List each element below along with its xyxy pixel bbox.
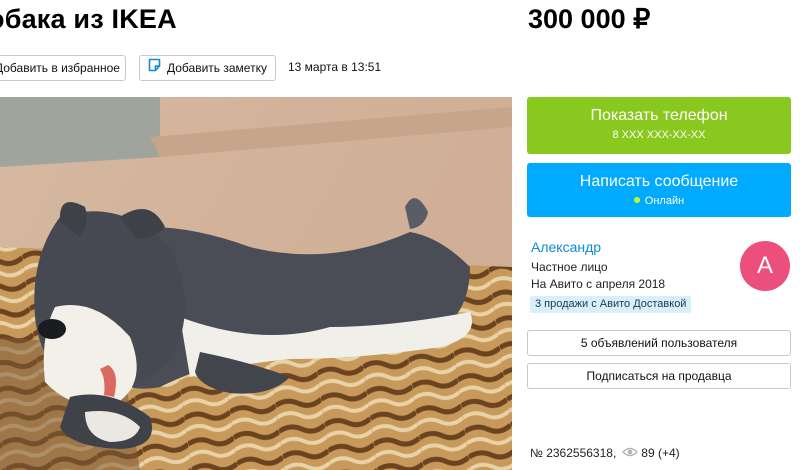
online-dot-icon — [633, 197, 640, 203]
add-note-label: Добавить заметку — [167, 61, 267, 75]
delivery-sales-badge: 3 продажи с Авито Доставкой — [530, 296, 692, 313]
user-ads-button[interactable]: 5 объявлений пользователя — [527, 330, 791, 356]
views-eye-icon — [622, 446, 639, 460]
listing-meta: № 2362556318, 89 (+4) — [530, 446, 680, 461]
listing-title: обака из IKEA — [0, 4, 177, 34]
send-message-button[interactable]: Написать сообщение Онлайн — [527, 163, 791, 217]
listing-date: 13 марта в 13:51 — [288, 60, 382, 74]
add-note-button[interactable]: Добавить заметку — [139, 55, 276, 81]
note-icon — [148, 56, 161, 80]
online-status: Онлайн — [527, 194, 791, 208]
subscribe-seller-button[interactable]: Подписаться на продавца — [527, 363, 791, 389]
masked-phone-number: 8 XXX XXX-XX-XX — [612, 129, 706, 141]
seller-type: Частное лицо — [531, 260, 608, 274]
plush-dog-photo — [0, 97, 512, 470]
show-phone-button[interactable]: Показать телефон 8 XXX XXX-XX-XX — [527, 97, 791, 154]
add-to-favorites-button[interactable]: Добавить в избранное — [0, 55, 126, 81]
views-count: 89 (+4) — [641, 446, 680, 460]
online-label: Онлайн — [644, 195, 685, 207]
add-to-favorites-label: Добавить в избранное — [0, 61, 120, 75]
seller-name-link[interactable]: Александр — [531, 239, 601, 255]
listing-id: № 2362556318, — [530, 446, 617, 460]
send-message-label: Написать сообщение — [579, 173, 739, 190]
seller-since: На Авито с апреля 2018 — [531, 277, 666, 291]
show-phone-label: Показать телефон — [590, 107, 728, 124]
listing-price: 300 000 ₽ — [528, 4, 651, 34]
listing-photo[interactable] — [0, 97, 512, 470]
seller-avatar[interactable]: А — [740, 241, 790, 291]
